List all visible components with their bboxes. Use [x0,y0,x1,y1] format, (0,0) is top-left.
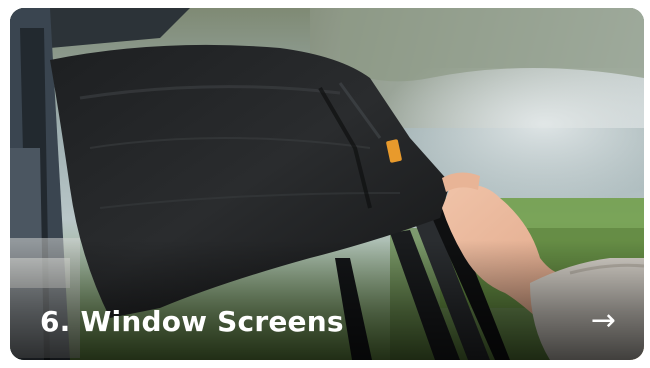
product-card-window-screens[interactable]: 6. Window Screens → [10,8,644,360]
title-overlay-gradient [10,240,644,360]
arrow-right-icon[interactable]: → [591,304,616,338]
card-title: 6. Window Screens [40,305,344,338]
